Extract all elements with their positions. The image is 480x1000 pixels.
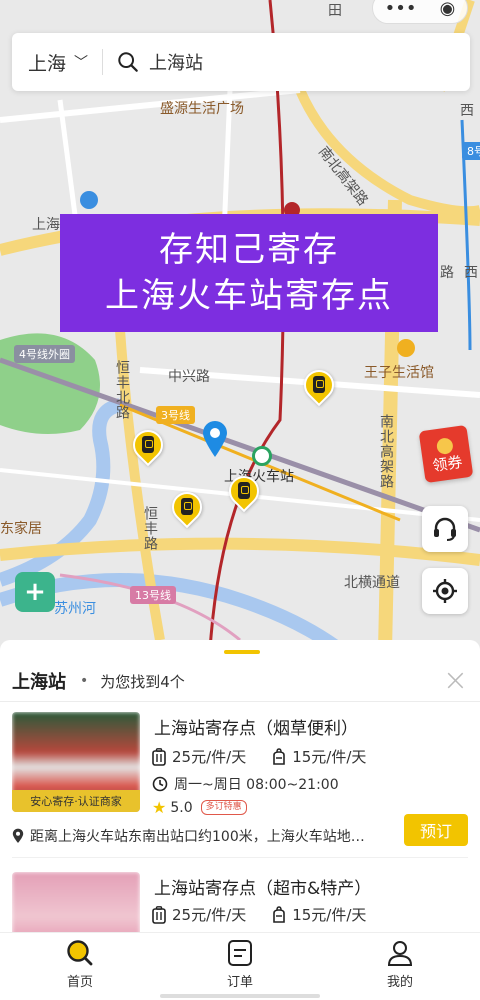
nav-mine[interactable]: 我的 <box>320 933 480 1000</box>
profile-icon <box>387 941 413 966</box>
banner-line2: 上海火车站寄存点 <box>105 276 393 316</box>
map-label-suzhou: 苏州河 <box>54 601 96 617</box>
storage-photo <box>12 872 140 933</box>
more-icon[interactable]: ••• <box>385 0 417 19</box>
sheet-header: 上海站 • 为您找到4个 × <box>0 662 480 700</box>
search-icon <box>118 52 138 72</box>
nav-home[interactable]: 首页 <box>0 933 160 1000</box>
nav-home-label: 首页 <box>66 975 93 990</box>
storage-card[interactable]: 安心寄存·认证商家 上海站寄存点（烟草便利） 25元/件/天 15元/件/天 周… <box>0 712 480 862</box>
rating-value: 5.0 <box>170 799 193 816</box>
price-luggage: 25元/件/天 <box>172 748 247 766</box>
sheet-title: 上海站 <box>12 672 66 693</box>
coupon-button[interactable]: 领券 <box>418 424 474 484</box>
address-row: 距离上海火车站东南出站口约100米，上海火车站地… <box>12 826 365 846</box>
map-label-zhongxing: 中兴路 <box>168 369 210 385</box>
sheet-drag-handle[interactable] <box>224 650 260 654</box>
locate-me-button[interactable] <box>422 568 468 614</box>
storage-pin[interactable] <box>297 363 341 414</box>
map-label-hengfeng: 恒丰路 <box>142 506 158 551</box>
bottom-nav: 首页 订单 我的 <box>0 932 480 1000</box>
rating-row: ★ 5.0 多订特惠 <box>152 798 247 817</box>
price-bag: 15元/件/天 <box>292 748 367 766</box>
storage-card[interactable]: 上海站寄存点（超市&特产） 25元/件/天 15元/件/天 <box>0 870 480 933</box>
close-app-icon[interactable]: ◉ <box>440 0 456 19</box>
city-selector[interactable]: 上海 ﹀ <box>12 49 102 76</box>
star-icon: ★ <box>152 798 167 817</box>
certified-tag: 安心寄存·认证商家 <box>12 790 140 812</box>
storage-pin[interactable] <box>165 485 209 536</box>
safety-shield-icon[interactable]: + <box>15 572 55 612</box>
map-badge-line4: 4号线外圈 <box>14 345 75 363</box>
results-sheet: 上海站 • 为您找到4个 × 安心寄存·认证商家 上海站寄存点（烟草便利） 25… <box>0 640 480 933</box>
map-badge-line13: 13号线 <box>130 586 176 604</box>
coupon-label: 领券 <box>431 452 464 475</box>
close-icon[interactable]: × <box>443 666 468 696</box>
map-badge-line3: 3号线 <box>156 406 195 424</box>
metro-station-icon <box>80 191 98 209</box>
customer-service-button[interactable] <box>422 506 468 552</box>
map-label-tian: 田 <box>328 3 342 19</box>
current-location-pin-icon <box>203 421 227 457</box>
luggage-icon <box>152 905 166 924</box>
map-label-wangzi: 王子生活馆 <box>364 365 434 381</box>
bag-icon <box>273 747 286 765</box>
search-input[interactable] <box>149 51 429 73</box>
location-icon <box>12 828 24 843</box>
sheet-dot: • <box>80 673 89 689</box>
nav-mine-label: 我的 <box>386 975 413 990</box>
map-label-shanghai: 上海 <box>32 217 60 233</box>
map-label-hengfeng-north: 恒丰北路 <box>114 360 130 420</box>
result-count: 为您找到4个 <box>100 672 185 691</box>
luggage-icon <box>152 747 166 766</box>
clock-icon <box>152 776 168 792</box>
banner-line1: 存知己寄存 <box>159 230 339 270</box>
storage-title: 上海站寄存点（超市&特产） <box>154 879 372 899</box>
map-label-lu: 路 <box>440 265 454 281</box>
storage-title: 上海站寄存点（烟草便利） <box>154 719 358 739</box>
price-bag: 15元/件/天 <box>292 906 367 924</box>
storage-photo: 安心寄存·认证商家 <box>12 712 140 812</box>
shop-poi-icon <box>397 339 415 357</box>
map-label-beiheng: 北横通道 <box>344 575 400 591</box>
home-search-icon <box>67 940 93 966</box>
bag-icon <box>273 905 286 923</box>
book-button[interactable]: 预订 <box>404 814 468 846</box>
discount-badge: 多订特惠 <box>200 800 247 815</box>
map-label-nanbei-right: 南北高架路 <box>378 414 394 489</box>
map-label-xi2: 西 <box>464 265 478 281</box>
price-row: 25元/件/天 15元/件/天 <box>152 746 366 767</box>
storage-pin[interactable] <box>222 469 266 520</box>
station-transfer-icon <box>252 446 272 466</box>
nav-orders[interactable]: 订单 <box>160 933 320 1000</box>
chevron-down-icon: ﹀ <box>74 55 89 71</box>
city-label: 上海 <box>28 52 67 75</box>
promo-banner: 存知己寄存 上海火车站寄存点 <box>60 214 438 332</box>
home-indicator <box>160 994 320 998</box>
price-luggage: 25元/件/天 <box>172 906 247 924</box>
nav-orders-label: 订单 <box>226 975 253 990</box>
map-label-plaza: 盛源生活广场 <box>160 101 244 117</box>
map-label-xi: 西 <box>460 103 474 119</box>
divider <box>12 857 468 858</box>
divider <box>0 701 480 702</box>
miniprogram-capsule[interactable]: ••• ◉ <box>372 0 468 24</box>
address-text: 距离上海火车站东南出站口约100米，上海火车站地… <box>30 829 365 845</box>
storage-pin[interactable] <box>126 423 170 474</box>
orders-icon <box>228 940 252 966</box>
map-badge-line8: 8号 <box>462 142 480 160</box>
hours-text: 周一~周日 08:00~21:00 <box>174 777 339 793</box>
search-bar: 上海 ﹀ <box>12 33 470 91</box>
locate-icon <box>433 579 457 603</box>
headset-icon <box>434 517 456 541</box>
price-row: 25元/件/天 15元/件/天 <box>152 904 366 925</box>
business-hours: 周一~周日 08:00~21:00 <box>152 774 339 794</box>
map-label-jiaju: 东家居 <box>0 521 42 537</box>
search-divider <box>102 49 103 75</box>
